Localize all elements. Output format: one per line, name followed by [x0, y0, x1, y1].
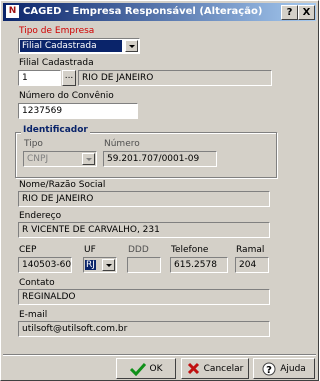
endereco-label: Endereço: [19, 211, 62, 221]
chevron-down-icon: [82, 153, 95, 165]
help-title-button[interactable]: ?: [281, 5, 298, 20]
filial-name-field: RIO DE JANEIRO: [78, 70, 272, 86]
email-label: E-mail: [19, 310, 48, 320]
dialog-window: N CAGED - Empresa Responsável (Alteração…: [0, 0, 319, 381]
convenio-label: Número do Convênio: [19, 91, 114, 101]
check-icon: [129, 362, 146, 376]
tipo-label: Tipo: [24, 139, 43, 149]
caged-app-icon: N: [6, 5, 19, 18]
uf-value: RJ: [85, 260, 96, 270]
razao-social-label: Nome/Razão Social: [19, 180, 106, 190]
ddd-label: DDD: [128, 245, 149, 255]
close-button[interactable]: X: [298, 5, 315, 20]
svg-text:?: ?: [266, 365, 272, 376]
endereco-field: R VICENTE DE CARVALHO, 231: [18, 222, 270, 238]
help-label: Ajuda: [280, 363, 306, 374]
question-icon: ?: [262, 362, 276, 376]
convenio-input[interactable]: 1237569: [18, 103, 138, 119]
filial-label: Filial Cadastrada: [19, 58, 94, 68]
filial-code-input[interactable]: 1: [18, 70, 61, 86]
numero-label: Número: [104, 139, 140, 149]
ramal-label: Ramal: [236, 245, 265, 255]
razao-social-field: RIO DE JANEIRO: [18, 191, 270, 207]
window-title: CAGED - Empresa Responsável (Alteração): [23, 6, 263, 17]
ok-label: OK: [149, 363, 163, 374]
cancel-button[interactable]: Cancelar: [181, 358, 249, 379]
uf-label: UF: [84, 245, 96, 255]
cancel-label: Cancelar: [203, 363, 244, 374]
tipo-empresa-label: Tipo de Empresa: [19, 26, 95, 36]
title-bar[interactable]: N CAGED - Empresa Responsável (Alteração…: [3, 3, 316, 21]
email-field: utilsoft@utilsoft.com.br: [18, 321, 270, 337]
ddd-field: [127, 257, 161, 273]
tipo-value: CNPJ: [27, 154, 49, 164]
cep-label: CEP: [19, 245, 37, 255]
ok-button[interactable]: OK: [116, 358, 176, 379]
help-button[interactable]: ? Ajuda: [253, 358, 315, 379]
tipo-empresa-value: Filial Cadastrada: [20, 40, 122, 52]
tipo-empresa-select[interactable]: Filial Cadastrada: [18, 38, 140, 54]
telefone-label: Telefone: [171, 245, 209, 255]
divider: [3, 354, 316, 356]
cep-field: 140503-60: [18, 257, 72, 273]
numero-field: 59.201.707/0001-09: [103, 151, 217, 167]
contato-label: Contato: [19, 278, 55, 288]
identificador-title: Identificador: [21, 125, 90, 135]
contato-field: REGINALDO: [18, 289, 270, 305]
tipo-select: CNPJ: [23, 151, 97, 167]
x-icon: [187, 362, 199, 375]
telefone-field: 615.2578: [170, 257, 228, 273]
filial-lookup-button[interactable]: ...: [62, 70, 76, 86]
uf-select[interactable]: RJ: [83, 257, 117, 273]
chevron-down-icon[interactable]: [125, 40, 138, 52]
chevron-down-icon[interactable]: [102, 259, 115, 271]
ramal-field: 204: [235, 257, 269, 273]
